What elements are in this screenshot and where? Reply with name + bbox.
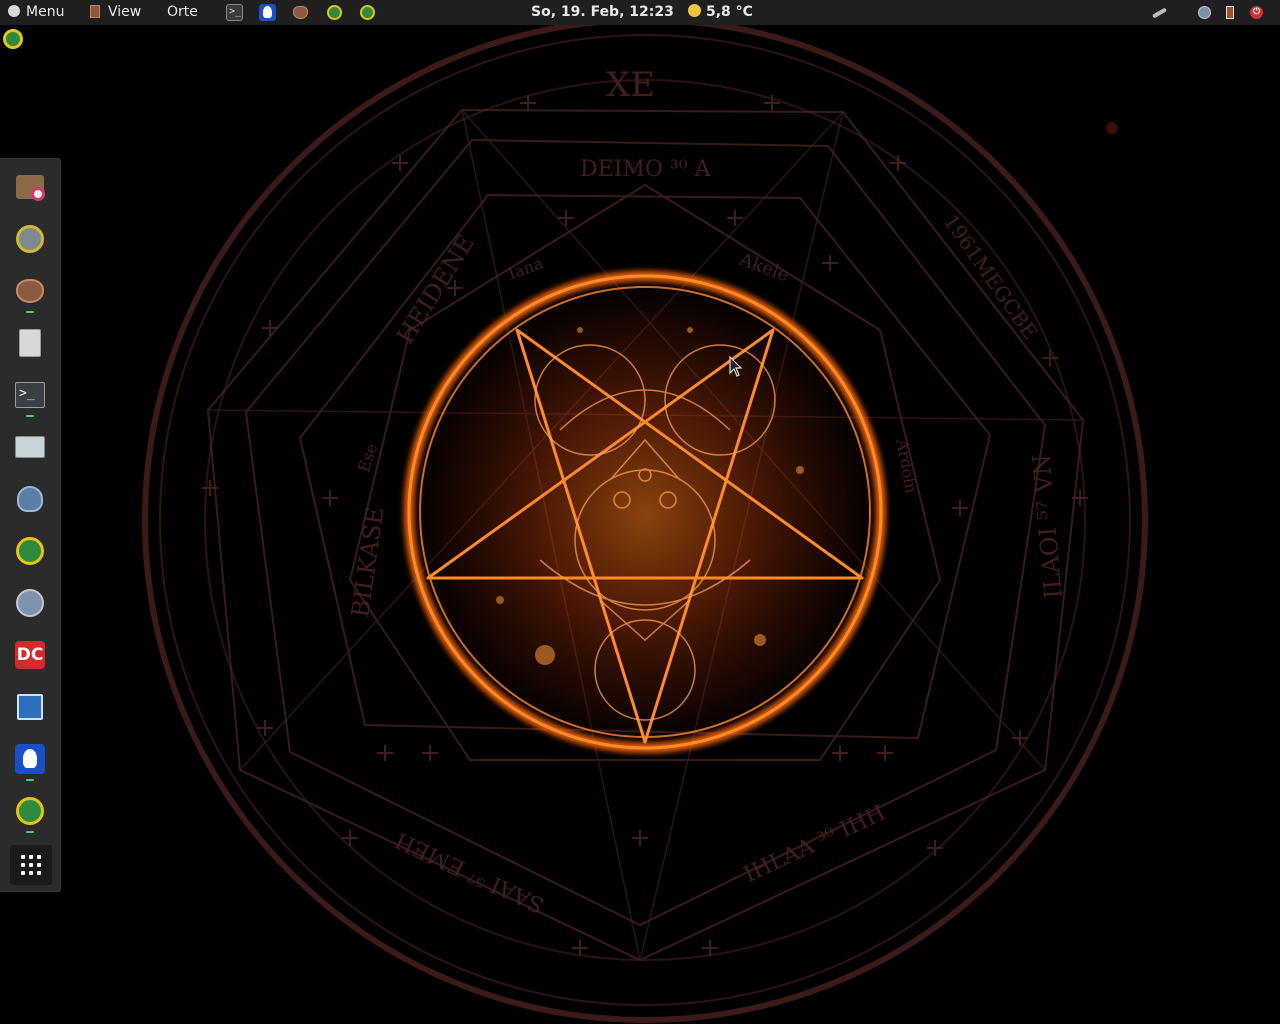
terminal-icon: >_ — [229, 6, 242, 17]
menu-button[interactable]: Menu — [8, 0, 64, 25]
file-cabinet-icon — [19, 329, 41, 357]
dock-item-network-settings[interactable] — [14, 587, 46, 619]
places-label: Orte — [167, 4, 198, 20]
xmind-launcher-1[interactable] — [326, 4, 343, 21]
dock: >_ DC — [0, 158, 61, 892]
running-indicator — [26, 831, 34, 833]
menu-label: Menu — [26, 4, 65, 20]
view-icon — [90, 5, 100, 18]
dock-item-file-cabinet[interactable] — [14, 327, 46, 359]
gimp-icon — [16, 279, 44, 303]
top-panel: Menu View Orte >_ So, 19. Feb, 12:23 5,8… — [0, 0, 1280, 25]
terminal-launcher[interactable]: >_ — [226, 4, 243, 21]
network-icon — [1152, 7, 1167, 19]
power-indicator[interactable]: ⏻ — [1248, 4, 1265, 21]
terminal-icon: >_ — [15, 382, 45, 408]
power-icon: ⏻ — [1250, 6, 1263, 19]
weather-sun-icon — [688, 4, 701, 17]
desktop-shortcut-xmind[interactable] — [2, 28, 24, 50]
gimp-launcher[interactable] — [292, 4, 309, 21]
dock-item-xmind-2[interactable] — [14, 795, 46, 827]
pidgin-bird — [23, 749, 37, 768]
alien-app-icon — [17, 486, 43, 512]
show-applications-button[interactable] — [10, 845, 52, 885]
dock-item-xmind[interactable] — [14, 535, 46, 567]
pidgin-launcher[interactable] — [259, 4, 276, 21]
battery-icon — [1226, 6, 1234, 19]
save-disk-icon — [17, 694, 43, 720]
disk-badge — [31, 187, 45, 201]
xmind-icon — [16, 537, 44, 565]
places-button[interactable]: Orte — [167, 0, 198, 25]
view-button[interactable]: View — [90, 0, 141, 25]
globe-indicator[interactable] — [1196, 4, 1213, 21]
inscription-top: XE — [606, 65, 655, 105]
dock-item-gimp[interactable] — [14, 275, 46, 307]
desktop-wallpaper: XE DEIMO ³⁰ A HEIDENE BILKASE ILAOI ⁵⁷ V… — [0, 0, 1280, 1024]
dock-item-disk-utility[interactable] — [14, 171, 46, 203]
xmind-icon — [3, 29, 23, 49]
running-indicator — [26, 311, 34, 313]
dock-item-alien-app[interactable] — [14, 483, 46, 515]
dock-item-system-monitor[interactable] — [14, 431, 46, 463]
dock-item-save-disk[interactable] — [14, 691, 46, 723]
weather-indicator[interactable]: 5,8 °C — [688, 0, 753, 25]
running-indicator — [26, 415, 34, 417]
xmind-launcher-2[interactable] — [359, 4, 376, 21]
dock-item-double-commander[interactable]: DC — [14, 639, 46, 671]
pidgin-icon — [263, 6, 272, 18]
battery-indicator[interactable] — [1222, 4, 1239, 21]
weather-temp: 5,8 °C — [706, 4, 753, 20]
menu-icon — [8, 5, 20, 17]
dock-item-terminal[interactable]: >_ — [14, 379, 46, 411]
double-commander-icon: DC — [15, 641, 45, 669]
running-indicator — [26, 779, 34, 781]
dock-item-pidgin[interactable] — [14, 743, 46, 775]
xmind-icon — [327, 5, 342, 20]
system-monitor-icon — [15, 436, 45, 458]
mouse-cursor-icon — [729, 356, 743, 377]
inscription-deimo: DEIMO ³⁰ A — [580, 157, 712, 182]
network-settings-icon — [16, 589, 44, 617]
gimp-icon — [293, 6, 308, 19]
xmind-icon — [16, 797, 44, 825]
network-indicator[interactable] — [1151, 4, 1168, 21]
view-label: View — [108, 4, 142, 20]
dock-item-update-manager[interactable] — [14, 223, 46, 255]
globe-icon — [1198, 6, 1211, 19]
clock[interactable]: So, 19. Feb, 12:23 — [531, 0, 674, 25]
update-manager-icon — [16, 225, 44, 253]
xmind-icon — [360, 5, 375, 20]
